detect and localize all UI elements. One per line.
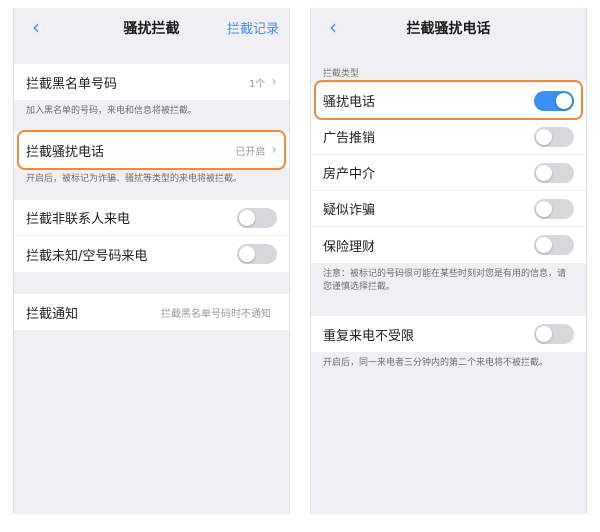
harassment-note: 开启后，被标记为诈骗、骚扰等类型的来电将被拦截。 bbox=[26, 174, 243, 184]
repeat-call-label: 重复来电不受限 bbox=[323, 328, 415, 344]
nav-bar: ‹ 拦截骚扰电话 bbox=[311, 8, 586, 48]
page-title: 拦截骚扰电话 bbox=[406, 21, 491, 37]
non-contacts-toggle[interactable] bbox=[237, 207, 277, 228]
harassment-label: 拦截骚扰电话 bbox=[26, 144, 105, 160]
unknown-number-row: 拦截未知/空号码来电 bbox=[14, 236, 289, 272]
left-screen: ‹ 骚扰拦截 拦截记录 拦截黑名单号码 1个 › 加入黑名单的号码，来电和信息将… bbox=[13, 8, 290, 514]
intercept-types-group: 骚扰电话 广告推销 房产中介 疑似诈骗 保险理财 bbox=[311, 83, 586, 263]
blacklist-count: 1个 bbox=[249, 78, 266, 90]
right-screen: ‹ 拦截骚扰电话 拦截类型 骚扰电话 广告推销 房产中介 疑似诈骗 保险理财 注… bbox=[310, 8, 587, 514]
unknown-number-toggle[interactable] bbox=[237, 244, 277, 264]
type-label: 房产中介 bbox=[323, 167, 376, 182]
type-row: 骚扰电话 bbox=[311, 83, 586, 119]
unknown-number-label: 拦截未知/空号码来电 bbox=[26, 248, 148, 264]
type-label: 广告推销 bbox=[323, 131, 376, 146]
non-contacts-row: 拦截非联系人来电 bbox=[14, 200, 289, 236]
blacklist-row[interactable]: 拦截黑名单号码 1个 › bbox=[14, 64, 289, 100]
harassment-row[interactable]: 拦截骚扰电话 已开启 › bbox=[14, 132, 289, 168]
types-note: 注意：被标记的号码很可能在某些时刻对您是有用的信息，请您谨慎选择拦截。 bbox=[323, 269, 567, 292]
type-label: 骚扰电话 bbox=[323, 95, 376, 110]
repeat-call-toggle[interactable] bbox=[534, 324, 574, 344]
notify-label: 拦截通知 bbox=[26, 306, 79, 322]
type-label: 疑似诈骗 bbox=[323, 203, 376, 218]
type-toggle[interactable] bbox=[534, 162, 574, 183]
type-toggle[interactable] bbox=[534, 235, 574, 255]
type-toggle[interactable] bbox=[534, 90, 574, 111]
notify-group: 拦截通知 拦截黑名单号码时不通知 bbox=[14, 294, 289, 330]
type-row: 房产中介 bbox=[311, 155, 586, 191]
nav-bar: ‹ 骚扰拦截 拦截记录 bbox=[14, 8, 289, 48]
notify-row[interactable]: 拦截通知 拦截黑名单号码时不通知 bbox=[14, 294, 289, 330]
chevron-right-icon: › bbox=[271, 74, 277, 90]
harassment-status: 已开启 bbox=[235, 146, 266, 158]
intercept-records-link[interactable]: 拦截记录 bbox=[227, 18, 279, 37]
type-row: 疑似诈骗 bbox=[311, 191, 586, 227]
harassment-group: 拦截骚扰电话 已开启 › bbox=[14, 132, 289, 168]
caller-filter-group: 拦截非联系人来电 拦截未知/空号码来电 bbox=[14, 200, 289, 272]
blacklist-group: 拦截黑名单号码 1个 › bbox=[14, 64, 289, 100]
type-toggle[interactable] bbox=[534, 126, 574, 147]
non-contacts-label: 拦截非联系人来电 bbox=[26, 212, 131, 227]
repeat-call-row: 重复来电不受限 bbox=[311, 316, 586, 352]
blacklist-note: 加入黑名单的号码，来电和信息将被拦截。 bbox=[26, 106, 198, 116]
type-toggle[interactable] bbox=[534, 198, 574, 219]
type-label: 保险理财 bbox=[323, 239, 376, 255]
blacklist-label: 拦截黑名单号码 bbox=[26, 76, 118, 92]
section-header: 拦截类型 bbox=[323, 69, 360, 79]
chevron-right-icon: › bbox=[271, 142, 277, 158]
repeat-call-note: 开启后，同一来电者三分钟内的第二个来电将不被拦截。 bbox=[323, 358, 549, 368]
type-row: 广告推销 bbox=[311, 119, 586, 155]
notify-value: 拦截黑名单号码时不通知 bbox=[161, 308, 271, 320]
type-row: 保险理财 bbox=[311, 227, 586, 263]
repeat-group: 重复来电不受限 bbox=[311, 316, 586, 352]
